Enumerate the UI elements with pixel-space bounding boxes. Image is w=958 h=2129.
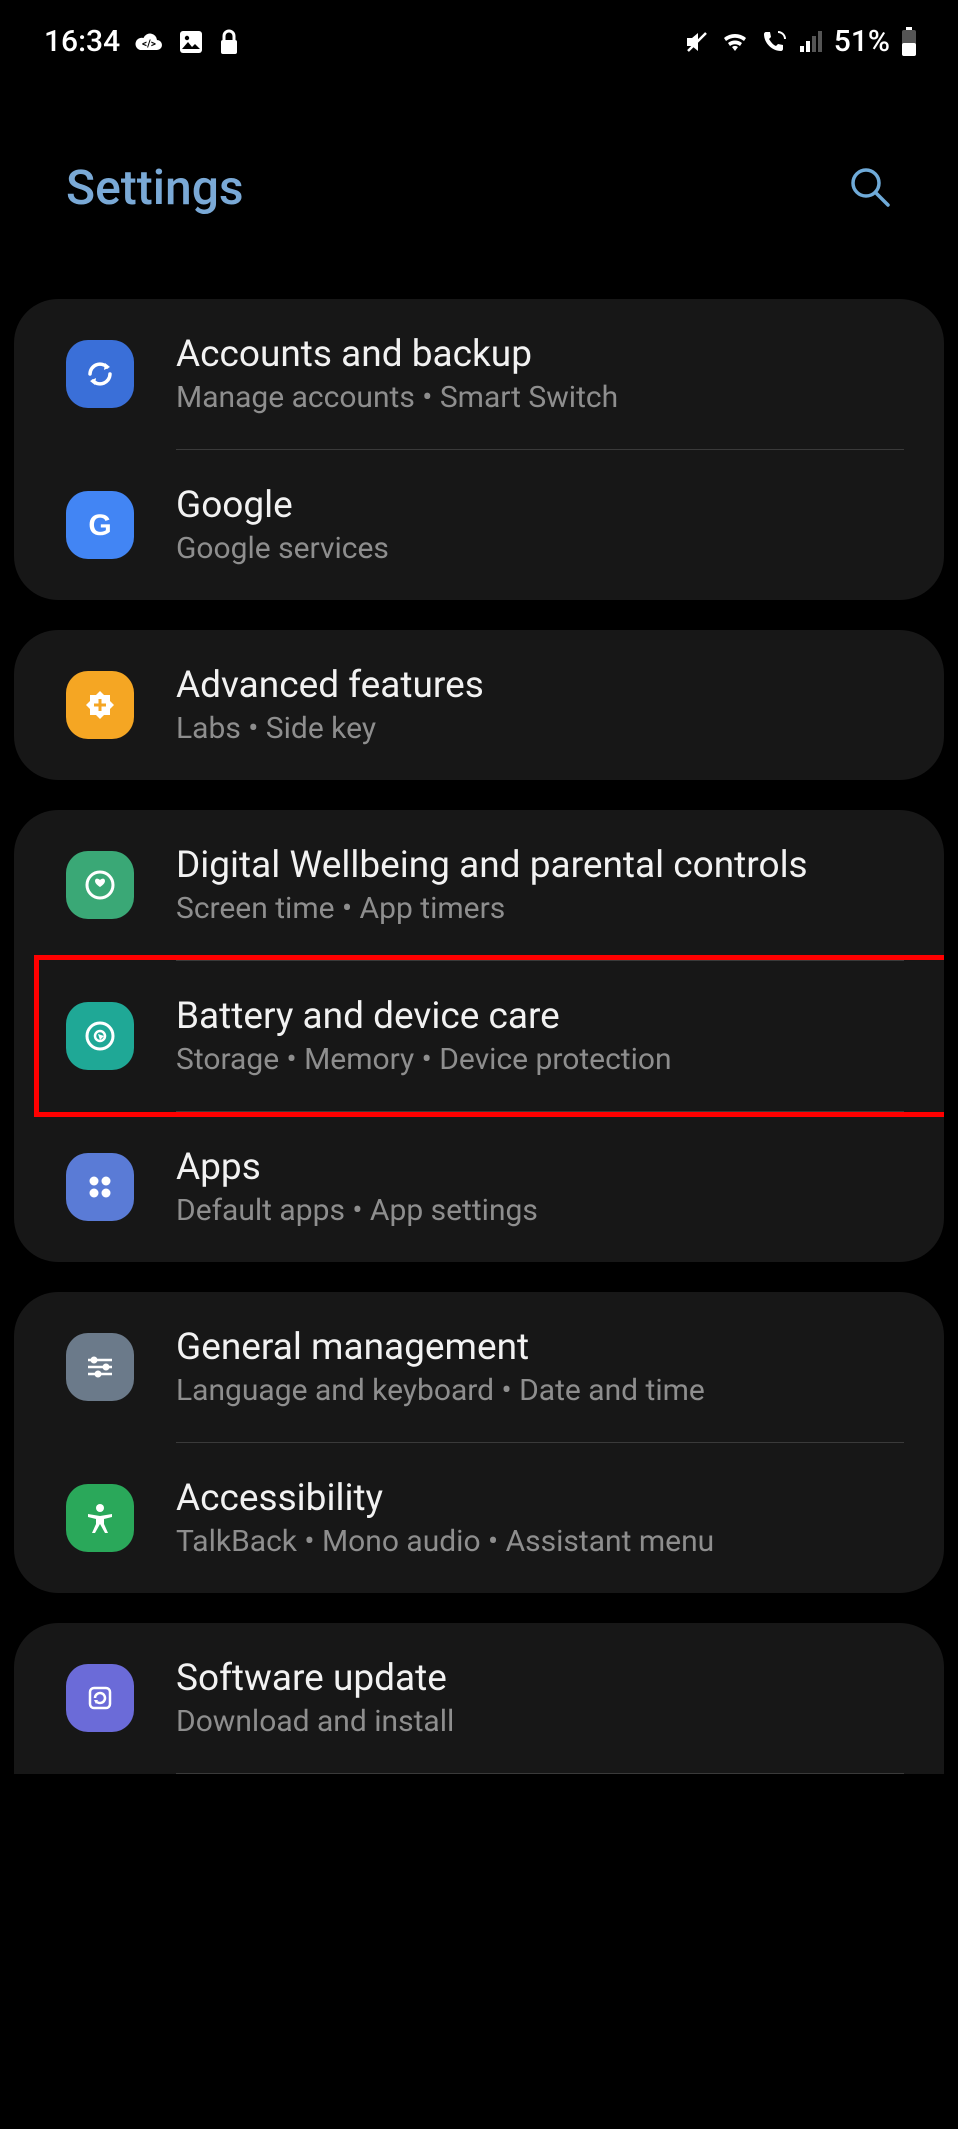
settings-item-subtitle: Screen time • App timers xyxy=(176,891,904,926)
sliders-icon xyxy=(66,1333,134,1401)
status-time: 16:34 xyxy=(44,24,120,59)
settings-item-battery[interactable]: Battery and device care Storage • Memory… xyxy=(14,961,944,1111)
settings-item-subtitle: TalkBack • Mono audio • Assistant menu xyxy=(176,1524,904,1559)
mute-icon xyxy=(684,29,710,55)
settings-item-title: General management xyxy=(176,1326,904,1369)
settings-item-title: Software update xyxy=(176,1657,904,1700)
settings-item-title: Google xyxy=(176,484,904,527)
search-button[interactable] xyxy=(838,155,902,219)
wifi-icon xyxy=(720,30,750,54)
page-header: Settings xyxy=(0,75,958,299)
settings-group: Digital Wellbeing and parental controls … xyxy=(14,810,944,1262)
settings-item-title: Apps xyxy=(176,1146,904,1189)
status-right: 51% xyxy=(684,24,918,59)
settings-content: Accounts and backup Manage accounts • Sm… xyxy=(0,299,958,1774)
settings-item-subtitle: Google services xyxy=(176,531,904,566)
settings-item-subtitle: Manage accounts • Smart Switch xyxy=(176,380,904,415)
settings-item-subtitle: Labs • Side key xyxy=(176,711,904,746)
status-left: 16:34 </> xyxy=(44,24,240,59)
settings-item-title: Accounts and backup xyxy=(176,333,904,376)
svg-text:</>: </> xyxy=(142,39,156,50)
update-icon xyxy=(66,1664,134,1732)
apps-icon xyxy=(66,1153,134,1221)
settings-item-title: Battery and device care xyxy=(176,995,904,1038)
signal-icon xyxy=(798,30,824,54)
settings-item-title: Digital Wellbeing and parental controls xyxy=(176,844,904,887)
settings-item-accounts[interactable]: Accounts and backup Manage accounts • Sm… xyxy=(14,299,944,449)
settings-group: General management Language and keyboard… xyxy=(14,1292,944,1593)
cloud-icon: </> xyxy=(134,30,164,54)
settings-item-advanced[interactable]: Advanced features Labs • Side key xyxy=(14,630,944,780)
lock-icon xyxy=(218,28,240,56)
settings-item-subtitle: Download and install xyxy=(176,1704,904,1739)
sync-icon xyxy=(66,340,134,408)
settings-item-accessibility[interactable]: Accessibility TalkBack • Mono audio • As… xyxy=(14,1443,944,1593)
settings-item-title: Advanced features xyxy=(176,664,904,707)
settings-item-apps[interactable]: Apps Default apps • App settings xyxy=(14,1112,944,1262)
divider xyxy=(176,1773,904,1774)
settings-item-google[interactable]: G Google Google services xyxy=(14,450,944,600)
settings-item-general[interactable]: General management Language and keyboard… xyxy=(14,1292,944,1442)
wifi-calling-icon xyxy=(760,29,788,55)
status-bar: 16:34 </> 51% xyxy=(0,0,958,75)
settings-item-title: Accessibility xyxy=(176,1477,904,1520)
battery-percent: 51% xyxy=(834,24,890,59)
settings-item-subtitle: Storage • Memory • Device protection xyxy=(176,1042,904,1077)
svg-text:G: G xyxy=(88,509,111,542)
settings-group: Software update Download and install xyxy=(14,1623,944,1774)
settings-item-subtitle: Language and keyboard • Date and time xyxy=(176,1373,904,1408)
device-care-icon xyxy=(66,1002,134,1070)
page-title: Settings xyxy=(66,159,244,216)
settings-item-update[interactable]: Software update Download and install xyxy=(14,1623,944,1773)
settings-group: Advanced features Labs • Side key xyxy=(14,630,944,780)
image-icon xyxy=(178,29,204,55)
wellbeing-icon xyxy=(66,851,134,919)
settings-item-subtitle: Default apps • App settings xyxy=(176,1193,904,1228)
settings-group: Accounts and backup Manage accounts • Sm… xyxy=(14,299,944,600)
battery-icon xyxy=(900,27,918,57)
search-icon xyxy=(846,163,894,211)
plus-badge-icon xyxy=(66,671,134,739)
settings-item-wellbeing[interactable]: Digital Wellbeing and parental controls … xyxy=(14,810,944,960)
accessibility-icon xyxy=(66,1484,134,1552)
google-icon: G xyxy=(66,491,134,559)
